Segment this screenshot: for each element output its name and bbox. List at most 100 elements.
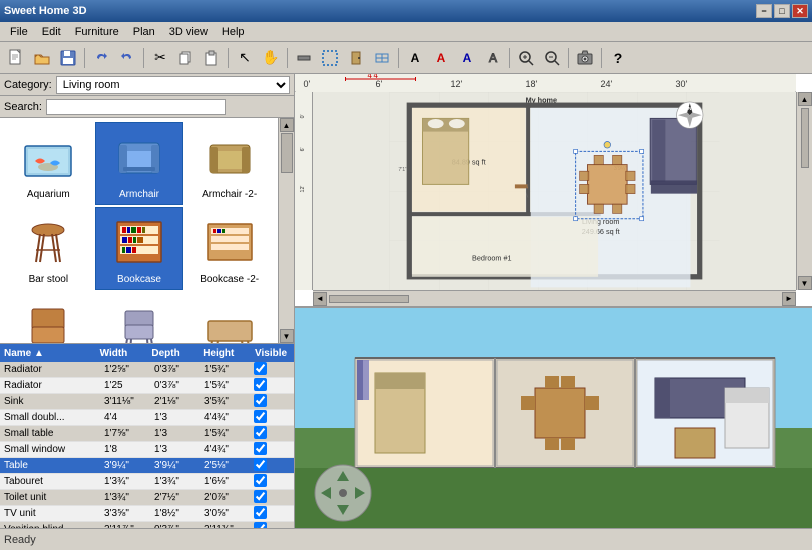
visible-checkbox[interactable] xyxy=(254,490,267,503)
props-row-smalltable[interactable]: Small table 1'7⅝" 1'3 1'5¾" xyxy=(0,426,294,442)
3d-view[interactable] xyxy=(295,308,812,528)
visible-checkbox[interactable] xyxy=(254,522,267,529)
menu-file[interactable]: File xyxy=(4,24,34,40)
plan-scroll-left[interactable]: ◄ xyxy=(313,292,327,306)
toolbar-separator-3 xyxy=(228,48,229,68)
help-button[interactable]: ? xyxy=(606,46,630,70)
right-panel: 0' 6' 12' 18' 24' 30' 4'4" 0' xyxy=(295,74,812,528)
furniture-item-bookcase2[interactable]: Bookcase -2- xyxy=(185,207,274,290)
text-style-button[interactable]: A xyxy=(429,46,453,70)
furniture-item-chair2[interactable]: Chair -2- xyxy=(95,292,184,343)
visible-checkbox[interactable] xyxy=(254,442,267,455)
maximize-button[interactable]: □ xyxy=(774,4,790,18)
visible-checkbox[interactable] xyxy=(254,378,267,391)
furniture-item-coffeetable[interactable]: Coffee table xyxy=(185,292,274,343)
visible-checkbox[interactable] xyxy=(254,426,267,439)
cell-visible xyxy=(252,522,292,529)
props-row-smallwindow[interactable]: Small window 1'8 1'3 4'4¾" xyxy=(0,442,294,458)
props-row-tabouret[interactable]: Tabouret 1'3¾" 1'3¾" 1'6⅛" xyxy=(0,474,294,490)
visible-checkbox[interactable] xyxy=(254,474,267,487)
furniture-item-barstool[interactable]: Bar stool xyxy=(4,207,93,290)
col-visible: Visible xyxy=(255,348,290,359)
minimize-button[interactable]: − xyxy=(756,4,772,18)
svg-text:6': 6' xyxy=(300,147,306,151)
category-select[interactable]: Living room Bedroom Kitchen Bathroom xyxy=(56,76,290,94)
zoom-in-button[interactable] xyxy=(514,46,538,70)
menu-3dview[interactable]: 3D view xyxy=(163,24,214,40)
plan-vscroll-thumb[interactable] xyxy=(801,108,809,168)
props-row-toilet[interactable]: Toilet unit 1'3¾" 2'7½" 2'0⅞" xyxy=(0,490,294,506)
camera-button[interactable] xyxy=(573,46,597,70)
text-color-button[interactable]: A xyxy=(455,46,479,70)
paste-button[interactable] xyxy=(200,46,224,70)
plan-scroll-vertical[interactable]: ▲ ▼ xyxy=(796,92,812,290)
furniture-item-chair[interactable]: Chair xyxy=(4,292,93,343)
add-window-button[interactable] xyxy=(370,46,394,70)
search-input[interactable] xyxy=(46,99,226,115)
pan-button[interactable]: ✋ xyxy=(259,46,283,70)
menu-help[interactable]: Help xyxy=(216,24,251,40)
plan-scroll-down[interactable]: ▼ xyxy=(798,276,812,290)
open-button[interactable] xyxy=(30,46,54,70)
undo-button[interactable] xyxy=(89,46,113,70)
cell-depth: 1'8½" xyxy=(152,508,202,519)
title-bar: Sweet Home 3D − □ ✕ xyxy=(0,0,812,22)
furniture-item-armchair[interactable]: Armchair xyxy=(95,122,184,205)
props-row-table[interactable]: Table 3'9¼" 3'9¼" 2'5⅛" xyxy=(0,458,294,474)
menu-plan[interactable]: Plan xyxy=(127,24,161,40)
floor-plan[interactable]: 0' 6' 12' 18' 24' 30' 4'4" 0' xyxy=(295,74,812,308)
furniture-item-bookcase[interactable]: Bookcase xyxy=(95,207,184,290)
cell-width: 1'25 xyxy=(102,380,152,391)
cut-button[interactable]: ✂ xyxy=(148,46,172,70)
plan-scroll-up[interactable]: ▲ xyxy=(798,92,812,106)
col-name: Name ▲ xyxy=(4,348,92,359)
cell-height: 2'0⅞" xyxy=(202,492,252,503)
redo-button[interactable] xyxy=(115,46,139,70)
svg-text:0': 0' xyxy=(300,114,306,118)
visible-checkbox[interactable] xyxy=(254,410,267,423)
copy-button[interactable] xyxy=(174,46,198,70)
add-wall-button[interactable] xyxy=(292,46,316,70)
plan-scroll-right[interactable]: ► xyxy=(782,292,796,306)
props-row-radiator2[interactable]: Radiator 1'25 0'3⅞" 1'5¾" xyxy=(0,378,294,394)
furniture-item-armchair2[interactable]: Armchair -2- xyxy=(185,122,274,205)
zoom-out-button[interactable] xyxy=(540,46,564,70)
scroll-track xyxy=(280,132,294,329)
text-outline-button[interactable]: A xyxy=(481,46,505,70)
scroll-down-button[interactable]: ▼ xyxy=(280,329,294,343)
app-title: Sweet Home 3D xyxy=(4,5,87,17)
menu-edit[interactable]: Edit xyxy=(36,24,67,40)
new-button[interactable] xyxy=(4,46,28,70)
props-row-smalldouble[interactable]: Small doubl... 4'4 1'3 4'4¾" xyxy=(0,410,294,426)
bookcase-label: Bookcase xyxy=(117,274,161,285)
props-row-radiator1[interactable]: Radiator 1'2⅝" 0'3⅞" 1'5¾" xyxy=(0,362,294,378)
visible-checkbox[interactable] xyxy=(254,506,267,519)
props-row-tvunit[interactable]: TV unit 3'3⅝" 1'8½" 3'0⅝" xyxy=(0,506,294,522)
furniture-scrollbar[interactable]: ▲ ▼ xyxy=(278,118,294,343)
scroll-up-button[interactable]: ▲ xyxy=(280,118,294,132)
text-button[interactable]: A xyxy=(403,46,427,70)
furniture-grid: Aquarium Armchair xyxy=(0,118,278,343)
toolbar-separator-7 xyxy=(568,48,569,68)
select-button[interactable]: ↖ xyxy=(233,46,257,70)
props-row-venetianblind[interactable]: Venitian blind 2'11⅞" 0'3⅞" 2'11⅜" xyxy=(0,522,294,528)
menu-furniture[interactable]: Furniture xyxy=(69,24,125,40)
plan-scroll-horizontal[interactable]: ◄ ► xyxy=(313,290,796,306)
toolbar-separator-5 xyxy=(398,48,399,68)
save-button[interactable] xyxy=(56,46,80,70)
visible-checkbox[interactable] xyxy=(254,362,267,375)
plan-area[interactable]: My home 84.89 sq ft Living room 249.66 s… xyxy=(313,92,796,290)
scroll-thumb[interactable] xyxy=(281,133,293,173)
cell-width: 3'3⅝" xyxy=(102,508,152,519)
props-row-sink[interactable]: Sink 3'11⅛" 2'1⅛" 3'5¾" xyxy=(0,394,294,410)
cell-visible xyxy=(252,458,292,474)
close-button[interactable]: ✕ xyxy=(792,4,808,18)
visible-checkbox[interactable] xyxy=(254,394,267,407)
add-door-button[interactable] xyxy=(344,46,368,70)
furniture-item-aquarium[interactable]: Aquarium xyxy=(4,122,93,205)
visible-checkbox[interactable] xyxy=(254,458,267,471)
plan-hscroll-thumb[interactable] xyxy=(329,295,409,303)
barstool-thumb xyxy=(18,212,78,272)
cell-name: Small window xyxy=(2,444,102,455)
add-room-button[interactable] xyxy=(318,46,342,70)
